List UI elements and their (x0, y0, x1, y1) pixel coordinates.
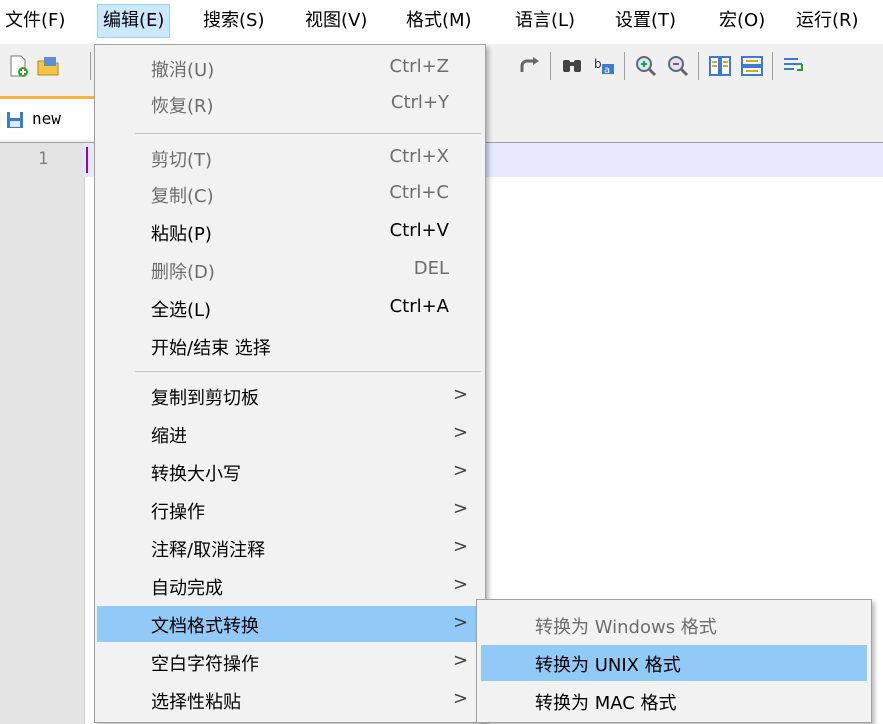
menu-item-label: 文档格式转换 (151, 616, 259, 637)
line-number: 1 (38, 149, 49, 169)
text-caret (86, 147, 88, 173)
menu-item-shortcut: DEL (413, 258, 449, 279)
menu-view[interactable]: 视图(V) (300, 4, 372, 38)
submenu-item-unix-format[interactable]: 转换为 UNIX 格式 (481, 645, 867, 681)
menu-item-label: 全选(L) (151, 300, 212, 321)
eol-conversion-submenu: 转换为 Windows 格式 转换为 UNIX 格式 转换为 MAC 格式 (476, 599, 872, 723)
sync-horizontal-icon[interactable] (740, 54, 764, 78)
menu-item-cut[interactable]: 剪切(T) Ctrl+X (95, 140, 485, 176)
save-icon (7, 112, 23, 128)
menu-item-shortcut: Ctrl+Z (389, 56, 449, 77)
menu-item-eol-conversion[interactable]: 文档格式转换 > (97, 606, 483, 642)
menu-item-shortcut: Ctrl+V (389, 220, 449, 241)
menu-item-comment[interactable]: 注释/取消注释 > (95, 530, 485, 566)
menu-item-label: 选择性粘贴 (151, 692, 241, 713)
chevron-right-icon: > (453, 498, 469, 519)
menu-item-label: 转换大小写 (151, 464, 241, 485)
menu-item-shortcut: Ctrl+Y (390, 92, 449, 113)
open-file-icon[interactable] (36, 54, 60, 78)
menu-item-label: 自动完成 (151, 578, 223, 599)
replace-icon[interactable]: ba (592, 54, 616, 78)
menu-item-label: 注释/取消注释 (151, 540, 266, 561)
menu-item-select-all[interactable]: 全选(L) Ctrl+A (95, 290, 485, 326)
menu-item-label: 复制到剪切板 (151, 388, 259, 409)
submenu-item-mac-format[interactable]: 转换为 MAC 格式 (481, 683, 867, 719)
find-icon[interactable] (560, 54, 584, 78)
zoom-out-icon[interactable] (666, 54, 690, 78)
tab-label: new (32, 109, 61, 128)
menu-item-blank-operations[interactable]: 空白字符操作 > (95, 644, 485, 680)
menu-item-redo[interactable]: 恢复(R) Ctrl+Y (95, 86, 485, 122)
menu-separator (135, 133, 481, 134)
menu-item-label: 转换为 MAC 格式 (535, 693, 677, 714)
menu-item-label: 转换为 Windows 格式 (535, 617, 717, 638)
menu-item-delete[interactable]: 删除(D) DEL (95, 252, 485, 288)
menu-language[interactable]: 语言(L) (510, 4, 580, 38)
chevron-right-icon: > (453, 650, 469, 671)
menu-bar: 文件(F) 编辑(E) 搜索(S) 视图(V) 格式(M) 语言(L) 设置(T… (0, 0, 883, 44)
chevron-right-icon: > (453, 460, 469, 481)
menu-item-label: 撤消(U) (151, 60, 215, 81)
menu-item-undo[interactable]: 撤消(U) Ctrl+Z (95, 50, 485, 86)
word-wrap-icon[interactable] (782, 54, 806, 78)
menu-settings[interactable]: 设置(T) (610, 4, 681, 38)
menu-item-label: 删除(D) (151, 262, 215, 283)
menu-edit[interactable]: 编辑(E) (97, 4, 171, 38)
menu-item-label: 粘贴(P) (151, 224, 212, 245)
line-number-gutter: 1 (0, 143, 85, 724)
menu-item-label: 行操作 (151, 502, 205, 523)
redo-icon[interactable] (518, 54, 542, 78)
svg-text:a: a (604, 65, 610, 76)
menu-item-label: 空白字符操作 (151, 654, 259, 675)
menu-item-copy-to-clipboard[interactable]: 复制到剪切板 > (95, 378, 485, 414)
menu-run[interactable]: 运行(R) (791, 4, 864, 38)
zoom-in-icon[interactable] (634, 54, 658, 78)
menu-item-auto-completion[interactable]: 自动完成 > (95, 568, 485, 604)
edit-menu-dropdown: 撤消(U) Ctrl+Z 恢复(R) Ctrl+Y 剪切(T) Ctrl+X 复… (94, 44, 486, 723)
menu-format[interactable]: 格式(M) (401, 4, 477, 38)
menu-item-label: 转换为 UNIX 格式 (535, 655, 681, 676)
submenu-item-windows-format[interactable]: 转换为 Windows 格式 (481, 607, 867, 643)
menu-item-copy[interactable]: 复制(C) Ctrl+C (95, 176, 485, 212)
chevron-right-icon: > (453, 612, 469, 633)
menu-item-indent[interactable]: 缩进 > (95, 416, 485, 452)
menu-file[interactable]: 文件(F) (0, 4, 70, 38)
menu-item-line-operations[interactable]: 行操作 > (95, 492, 485, 528)
chevron-right-icon: > (453, 384, 469, 405)
chevron-right-icon: > (453, 688, 469, 709)
menu-separator (135, 371, 481, 372)
chevron-right-icon: > (453, 574, 469, 595)
menu-item-label: 恢复(R) (151, 96, 214, 117)
svg-text:b: b (594, 57, 602, 71)
menu-macro[interactable]: 宏(O) (714, 4, 770, 38)
sync-vertical-icon[interactable] (708, 54, 732, 78)
menu-item-shortcut: Ctrl+X (389, 146, 449, 167)
menu-item-paste-special[interactable]: 选择性粘贴 > (95, 682, 485, 718)
menu-search[interactable]: 搜索(S) (198, 4, 269, 38)
chevron-right-icon: > (453, 422, 469, 443)
menu-item-label: 复制(C) (151, 186, 214, 207)
menu-item-shortcut: Ctrl+C (389, 182, 449, 203)
menu-item-label: 开始/结束 选择 (151, 338, 271, 359)
menu-item-shortcut: Ctrl+A (389, 296, 449, 317)
new-file-icon[interactable] (6, 54, 30, 78)
menu-item-label: 剪切(T) (151, 150, 213, 171)
chevron-right-icon: > (453, 536, 469, 557)
menu-item-begin-end-select[interactable]: 开始/结束 选择 (95, 328, 485, 364)
menu-item-label: 缩进 (151, 426, 187, 447)
menu-item-convert-case[interactable]: 转换大小写 > (95, 454, 485, 490)
menu-item-paste[interactable]: 粘贴(P) Ctrl+V (95, 214, 485, 250)
